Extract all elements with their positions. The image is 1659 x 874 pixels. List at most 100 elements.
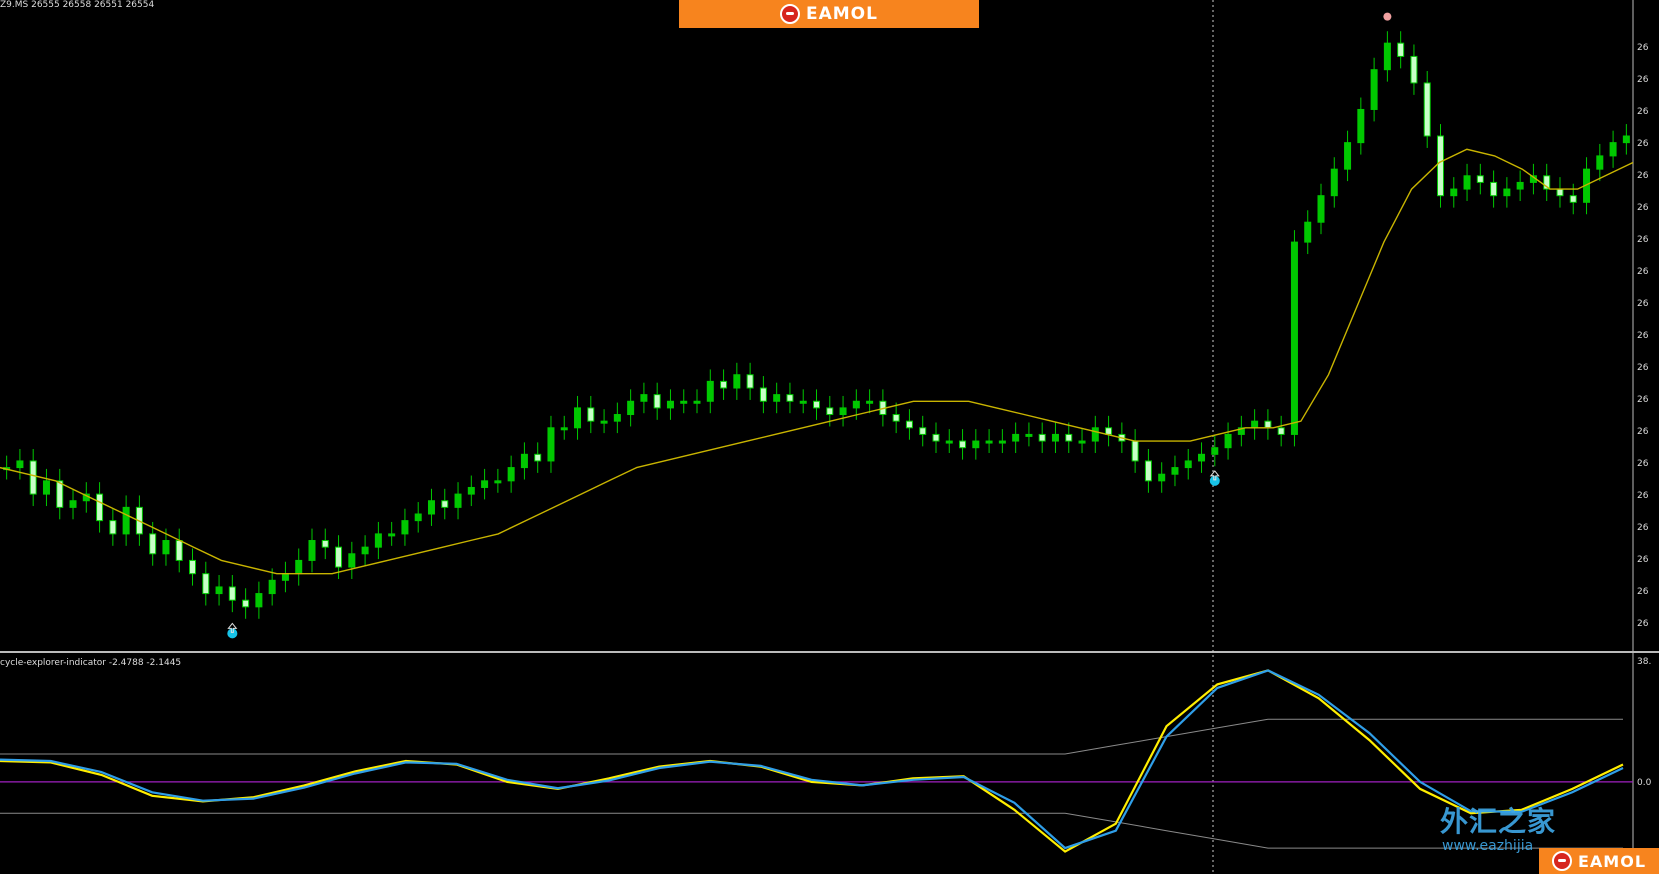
candle-body	[1383, 42, 1391, 71]
candle-body	[759, 387, 767, 402]
candle-body	[720, 380, 728, 389]
candle-body	[441, 500, 449, 508]
candle-body	[1397, 42, 1405, 57]
candle-body	[680, 400, 688, 404]
brand-corner: EAMOL	[1539, 848, 1659, 874]
candle-body	[1569, 195, 1577, 203]
candle-body	[905, 420, 913, 429]
candle-body	[547, 427, 555, 462]
candle-body	[321, 540, 329, 548]
price-axis-label: 26	[1637, 75, 1649, 85]
candle-body	[1012, 433, 1020, 442]
price-axis-label: 26	[1637, 395, 1649, 405]
candle-body	[1490, 181, 1498, 197]
osc-axis-zero-label: 0.0	[1637, 778, 1652, 788]
price-axis-label: 26	[1637, 459, 1649, 469]
candle-body	[786, 394, 794, 402]
candle-body	[69, 500, 77, 508]
candle-body	[1304, 221, 1312, 243]
price-axis-label: 26	[1637, 619, 1649, 629]
candle-body	[1078, 440, 1086, 444]
candle-body	[959, 440, 967, 449]
candle-body	[560, 427, 568, 431]
symbol-quote-header: Z9.MS 26555 26558 26551 26554	[0, 0, 155, 10]
candle-body	[693, 400, 701, 404]
candle-body	[1264, 420, 1272, 429]
candle-body	[773, 394, 781, 402]
candle-body	[427, 500, 435, 515]
candle-body	[16, 460, 24, 469]
candle-body	[666, 400, 674, 409]
candle-body	[388, 533, 396, 537]
candle-body	[1556, 188, 1564, 197]
price-axis-label: 26	[1637, 587, 1649, 597]
candle-body	[401, 520, 409, 535]
candle-body	[1370, 69, 1378, 110]
price-axis-label: 26	[1637, 171, 1649, 181]
candle-body	[1290, 241, 1298, 435]
candle-body	[202, 573, 210, 595]
candle-body	[1184, 460, 1192, 469]
candle-body	[1622, 135, 1630, 144]
candle-body	[1436, 135, 1444, 197]
price-axis-label: 26	[1637, 491, 1649, 501]
price-axis-label: 26	[1637, 203, 1649, 213]
candle-body	[1211, 447, 1219, 455]
candle-body	[600, 420, 608, 424]
candle-body	[653, 394, 661, 409]
price-axis-label: 26	[1637, 555, 1649, 565]
candle-body	[454, 493, 462, 508]
candle-body	[998, 440, 1006, 444]
candle-body	[1065, 433, 1073, 442]
candle-body	[494, 480, 502, 484]
candle-body	[746, 374, 754, 389]
candle-body	[507, 467, 515, 482]
candle-body	[534, 453, 542, 462]
candle-body	[1105, 427, 1113, 435]
candle-body	[945, 440, 953, 444]
candle-body	[414, 513, 422, 522]
candle-body	[56, 480, 64, 508]
candle-body	[1198, 453, 1206, 462]
candle-body	[1277, 427, 1285, 435]
candle-body	[839, 407, 847, 416]
candle-body	[242, 599, 250, 608]
chart-canvas[interactable]: 26 26 26 26 26 26 26 26 26 26 26 26 26 26 26 26 26 26 26 38…	[0, 0, 1659, 874]
candle-body	[481, 480, 489, 488]
candle-body	[1609, 142, 1617, 157]
candle-body	[42, 480, 50, 495]
candle-body	[1131, 440, 1139, 462]
candle-body	[932, 433, 940, 442]
candle-body	[1330, 168, 1338, 197]
price-axis-label: 26	[1637, 331, 1649, 341]
watermark-cn: 外汇之家	[1440, 805, 1557, 838]
candle-body	[985, 440, 993, 444]
candle-body	[175, 540, 183, 561]
candle-body	[1596, 155, 1604, 170]
eamol-logo-icon	[780, 4, 800, 24]
candle-body	[1503, 188, 1511, 197]
candle-body	[1423, 82, 1431, 137]
candle-body	[1357, 108, 1365, 144]
candle-body	[109, 520, 117, 535]
candle-body	[1410, 55, 1418, 84]
buy-signal-dot	[227, 628, 238, 639]
candle-body	[1317, 195, 1325, 223]
candle-body	[706, 380, 714, 402]
candle-body	[627, 400, 635, 416]
candle-body	[1051, 433, 1059, 442]
candle-body	[1476, 175, 1484, 183]
candle-body	[1450, 188, 1458, 197]
candle-body	[587, 407, 595, 422]
candle-body	[813, 400, 820, 409]
candle-body	[520, 453, 528, 469]
oscillator-fast-line	[0, 669, 1624, 853]
candle-body	[228, 586, 236, 601]
candle-body	[640, 394, 648, 402]
candle-body	[866, 400, 874, 404]
candle-body	[374, 533, 382, 548]
candle-body	[892, 414, 900, 422]
brand-corner-text: EAMOL	[1577, 851, 1647, 871]
candle-body	[733, 374, 741, 389]
price-axis-label: 26	[1637, 299, 1649, 309]
